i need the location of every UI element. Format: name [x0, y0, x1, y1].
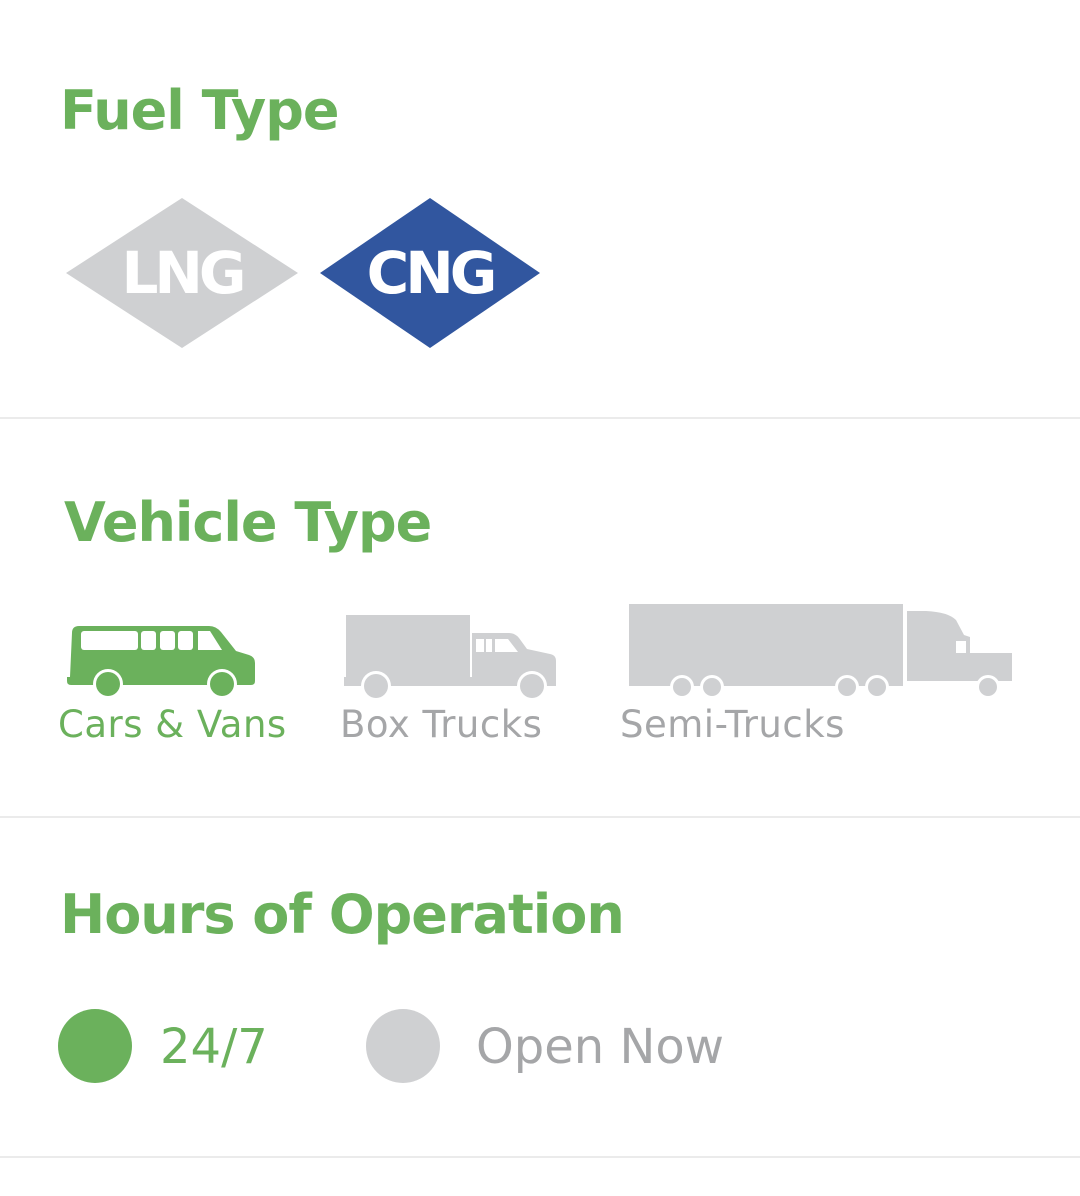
vehicle-option-box-trucks[interactable]: Box Trucks	[338, 612, 568, 752]
lng-diamond-icon: LNG	[66, 198, 298, 348]
hours-option-label: 24/7	[160, 1019, 268, 1075]
fuel-type-title: Fuel Type	[60, 79, 339, 142]
vehicle-option-label: Semi-Trucks	[620, 703, 845, 746]
box-truck-icon	[344, 615, 556, 700]
vehicle-option-cars-vans[interactable]: Cars & Vans	[58, 620, 298, 750]
fuel-option-label: CNG	[367, 239, 494, 307]
section-divider	[0, 1156, 1080, 1158]
hours-option-open-now[interactable]: Open Now	[366, 1009, 746, 1085]
vehicle-option-label: Box Trucks	[340, 703, 543, 746]
radio-unselected-icon	[366, 1009, 440, 1083]
semi-truck-icon	[629, 604, 1012, 699]
section-divider	[0, 417, 1080, 419]
cng-diamond-icon: CNG	[320, 198, 540, 348]
vehicle-type-title: Vehicle Type	[64, 491, 432, 554]
vehicle-option-label: Cars & Vans	[58, 703, 287, 746]
hours-option-24-7[interactable]: 24/7	[58, 1009, 278, 1085]
hours-of-operation-title: Hours of Operation	[60, 883, 625, 946]
fuel-option-label: LNG	[121, 239, 242, 307]
hours-option-label: Open Now	[476, 1019, 724, 1075]
vehicle-option-semi-trucks[interactable]: Semi-Trucks	[618, 600, 1018, 750]
fuel-option-cng[interactable]: CNG	[318, 197, 542, 349]
fuel-option-lng[interactable]: LNG	[64, 197, 300, 349]
van-icon	[67, 626, 255, 699]
radio-selected-icon	[58, 1009, 132, 1083]
section-divider	[0, 816, 1080, 818]
